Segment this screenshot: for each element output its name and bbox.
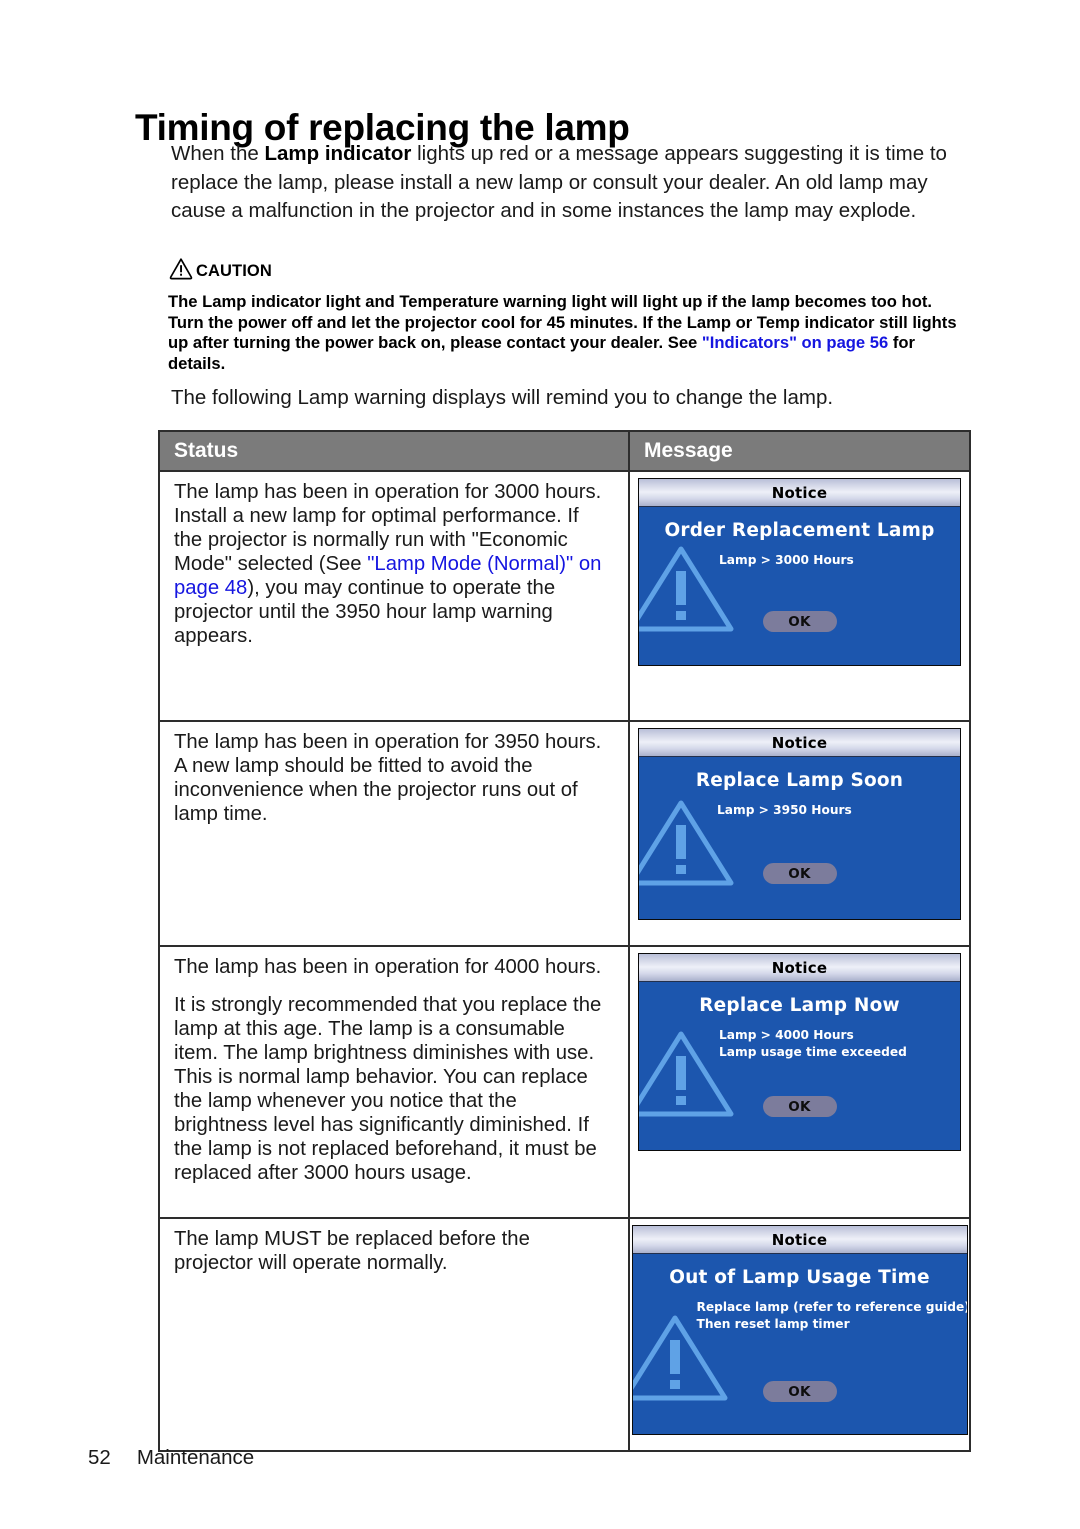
page-footer: 52 Maintenance <box>88 1446 254 1470</box>
osd-detail-line: Lamp > 4000 Hours <box>719 1028 854 1042</box>
table-header-message: Message <box>628 432 969 470</box>
status-paragraph: It is strongly recommended that you repl… <box>174 994 602 1184</box>
table-row: The lamp has been in operation for 4000 … <box>160 945 969 1217</box>
status-cell: The lamp has been in operation for 4000 … <box>160 947 628 1217</box>
footer-page-number: 52 <box>88 1446 111 1469</box>
osd-detail-line: Lamp > 3000 Hours <box>719 553 854 567</box>
intro-bold-term: Lamp indicator <box>264 142 412 165</box>
intro-paragraph: When the Lamp indicator lights up red or… <box>171 140 971 226</box>
osd-notice-dialog: Notice Replace Lamp Soon Lamp > 3950 Hou… <box>638 728 961 920</box>
status-paragraph: The lamp MUST be replaced before the pro… <box>174 1228 530 1274</box>
osd-titlebar: Notice <box>632 1226 967 1254</box>
table-row: The lamp has been in operation for 3950 … <box>160 720 969 945</box>
status-cell: The lamp has been in operation for 3950 … <box>160 722 628 945</box>
message-cell: Notice Order Replacement Lamp Lamp > 300… <box>628 472 969 720</box>
osd-notice-dialog: Notice Replace Lamp Now Lamp > 4000 Hour… <box>638 953 961 1151</box>
osd-ok-button[interactable]: OK <box>762 1381 837 1402</box>
osd-notice-dialog: Notice Out of Lamp Usage Time Replace la… <box>631 1225 968 1435</box>
osd-heading: Replace Lamp Now <box>699 995 900 1016</box>
osd-ok-button[interactable]: OK <box>762 863 837 884</box>
osd-button-row: OK <box>639 863 960 884</box>
indicators-cross-reference-link[interactable]: "Indicators" on page 56 <box>702 333 888 352</box>
osd-ok-button[interactable]: OK <box>762 611 837 632</box>
osd-title: Notice <box>771 733 828 752</box>
status-paragraph: The lamp has been in operation for 3950 … <box>174 730 612 826</box>
caution-header: CAUTION <box>168 256 272 286</box>
osd-titlebar: Notice <box>639 479 960 507</box>
osd-button-row: OK <box>639 611 960 632</box>
osd-title: Notice <box>771 958 828 977</box>
osd-detail-lines: Lamp > 4000 Hours Lamp usage time exceed… <box>639 1016 960 1060</box>
osd-title: Notice <box>771 1230 828 1249</box>
status-cell: The lamp MUST be replaced before the pro… <box>160 1219 628 1450</box>
message-cell: Notice Out of Lamp Usage Time Replace la… <box>628 1219 969 1450</box>
osd-button-row: OK <box>639 1096 960 1117</box>
osd-heading: Out of Lamp Usage Time <box>669 1267 930 1288</box>
osd-detail-line: Lamp > 3950 Hours <box>717 803 852 817</box>
message-cell: Notice Replace Lamp Soon Lamp > 3950 Hou… <box>628 722 969 945</box>
osd-notice-dialog: Notice Order Replacement Lamp Lamp > 300… <box>638 478 961 666</box>
intro-text-pre: When the <box>171 142 265 165</box>
footer-section-name: Maintenance <box>136 1446 255 1469</box>
status-text-pre: The lamp has been in operation for 3950 … <box>174 731 602 825</box>
osd-heading: Replace Lamp Soon <box>695 770 904 791</box>
osd-body: Out of Lamp Usage Time Replace lamp (ref… <box>632 1254 967 1434</box>
status-paragraph: The lamp has been in operation for 3000 … <box>174 480 612 648</box>
osd-detail-line: Replace lamp (refer to reference guide) <box>696 1300 967 1314</box>
table-header-status: Status <box>174 439 239 462</box>
table-row: The lamp MUST be replaced before the pro… <box>160 1217 969 1450</box>
osd-detail-line: Lamp usage time exceeded <box>719 1044 907 1059</box>
osd-detail-lines: Lamp > 3000 Hours <box>639 541 960 569</box>
status-paragraph: The lamp has been in operation for 4000 … <box>174 956 602 978</box>
osd-body: Replace Lamp Now Lamp > 4000 Hours Lamp … <box>639 982 960 1150</box>
table-row: The lamp has been in operation for 3000 … <box>160 470 969 720</box>
osd-ok-button[interactable]: OK <box>762 1096 837 1117</box>
osd-button-row: OK <box>633 1381 967 1402</box>
osd-body: Replace Lamp Soon Lamp > 3950 Hours OK <box>639 757 960 919</box>
follow-note: The following Lamp warning displays will… <box>171 386 834 409</box>
message-cell: Notice Replace Lamp Now Lamp > 4000 Hour… <box>628 947 969 1217</box>
caution-body: The Lamp indicator light and Temperature… <box>168 292 968 374</box>
osd-title: Notice <box>771 483 828 502</box>
caution-label: CAUTION <box>196 261 272 280</box>
osd-titlebar: Notice <box>639 729 960 757</box>
table-header-row: Status Message <box>160 432 969 470</box>
osd-detail-lines: Lamp > 3950 Hours <box>639 791 960 819</box>
status-cell: The lamp has been in operation for 3000 … <box>160 472 628 720</box>
osd-detail-lines: Replace lamp (refer to reference guide) … <box>633 1288 967 1332</box>
osd-titlebar: Notice <box>639 954 960 982</box>
warning-triangle-icon <box>168 256 194 286</box>
osd-heading: Order Replacement Lamp <box>664 520 935 541</box>
osd-detail-line: Then reset lamp timer <box>696 1316 850 1331</box>
lamp-warning-table: Status Message The lamp has been in oper… <box>158 430 971 1452</box>
document-page: Timing of replacing the lamp When the La… <box>0 0 1080 1529</box>
osd-body: Order Replacement Lamp Lamp > 3000 Hours… <box>639 507 960 665</box>
